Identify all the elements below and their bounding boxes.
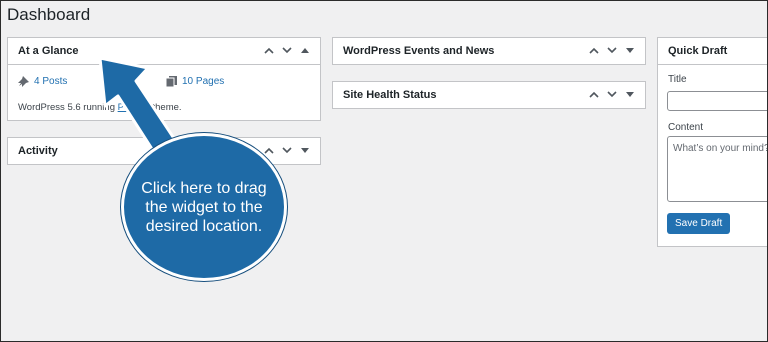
callout-text: Click here to drag the widget to the des… (141, 179, 267, 235)
callout-arrow-icon (98, 56, 183, 165)
callout-bubble: Click here to drag the widget to the des… (121, 133, 287, 281)
screenshot-frame: Dashboard At a Glance 4 Posts 10 Pages W… (0, 0, 768, 342)
